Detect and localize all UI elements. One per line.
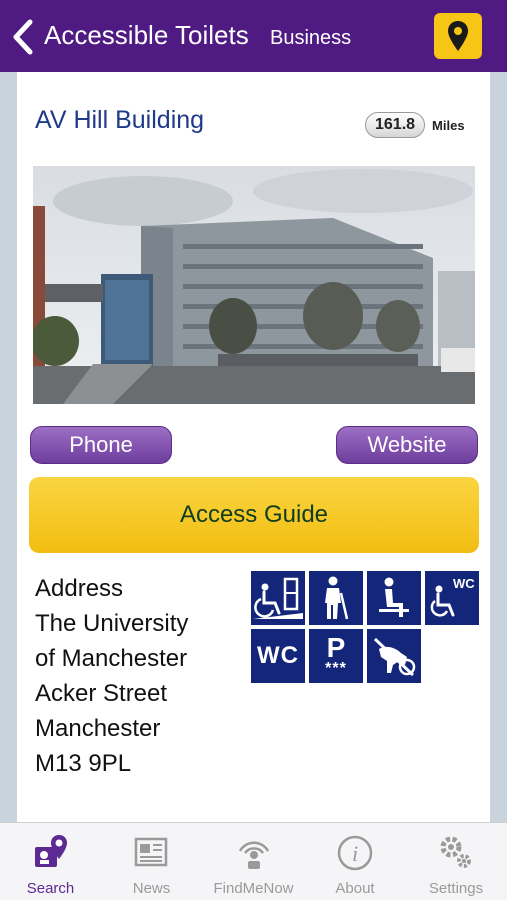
page-title: Accessible Toilets <box>44 20 249 50</box>
building-photo <box>33 166 475 404</box>
wc-icon: WC <box>250 628 306 684</box>
seated-person-icon <box>366 570 422 626</box>
gears-icon <box>436 833 476 873</box>
distance-badge: 161.8 Miles <box>365 111 465 139</box>
detail-card: AV Hill Building 161.8 Miles Phone Websi… <box>17 72 490 822</box>
map-button[interactable] <box>434 13 482 59</box>
address-line: The University <box>35 610 189 637</box>
search-pin-icon <box>31 833 71 873</box>
tab-label: About <box>335 880 375 897</box>
info-icon: i <box>335 833 375 873</box>
top-bar: Accessible Toilets Business <box>0 0 507 72</box>
tab-label: FindMeNow <box>213 880 294 897</box>
page-subtitle: Business <box>270 27 352 49</box>
tab-label: Search <box>26 880 75 897</box>
distance-value: 161.8 <box>365 112 426 138</box>
wc-small-label: WC <box>453 576 475 591</box>
wheelchair-lift-icon <box>250 570 306 626</box>
address-block: Address The University of Manchester Ack… <box>35 571 188 781</box>
address-line: Manchester <box>35 715 161 742</box>
map-pin-icon <box>448 21 468 51</box>
broadcast-icon <box>234 833 274 873</box>
address-line: M13 9PL <box>35 750 132 777</box>
wc-label: WC <box>257 642 299 669</box>
distance-unit: Miles <box>432 117 465 133</box>
tab-news[interactable]: News <box>101 823 202 900</box>
back-button[interactable] <box>8 18 38 56</box>
phone-button[interactable]: Phone <box>30 426 172 464</box>
website-button[interactable]: Website <box>336 426 478 464</box>
tab-findmenow[interactable]: FindMeNow <box>202 823 305 900</box>
tab-label: Settings <box>428 880 484 897</box>
address-heading: Address <box>35 575 124 602</box>
place-name: AV Hill Building <box>35 106 205 134</box>
tab-label: News <box>132 880 171 897</box>
facility-icons: WC WC P *** <box>250 570 482 684</box>
chevron-left-icon <box>13 19 33 55</box>
parking-label: P <box>326 632 346 663</box>
tab-bar: Search News FindMeNow i About Settings <box>0 822 507 900</box>
parking-stars: *** <box>325 660 347 677</box>
no-dogs-icon <box>366 628 422 684</box>
disabled-parking-icon: P *** <box>308 628 364 684</box>
tab-about[interactable]: i About <box>305 823 405 900</box>
newspaper-icon <box>132 833 172 873</box>
walking-aid-icon <box>308 570 364 626</box>
access-guide-button[interactable]: Access Guide <box>29 477 479 553</box>
address-line: of Manchester <box>35 645 188 672</box>
accessible-wc-icon: WC <box>424 570 480 626</box>
address-line: Acker Street <box>35 680 168 707</box>
tab-search[interactable]: Search <box>0 823 101 900</box>
tab-settings[interactable]: Settings <box>405 823 507 900</box>
svg-text:i: i <box>352 841 358 866</box>
